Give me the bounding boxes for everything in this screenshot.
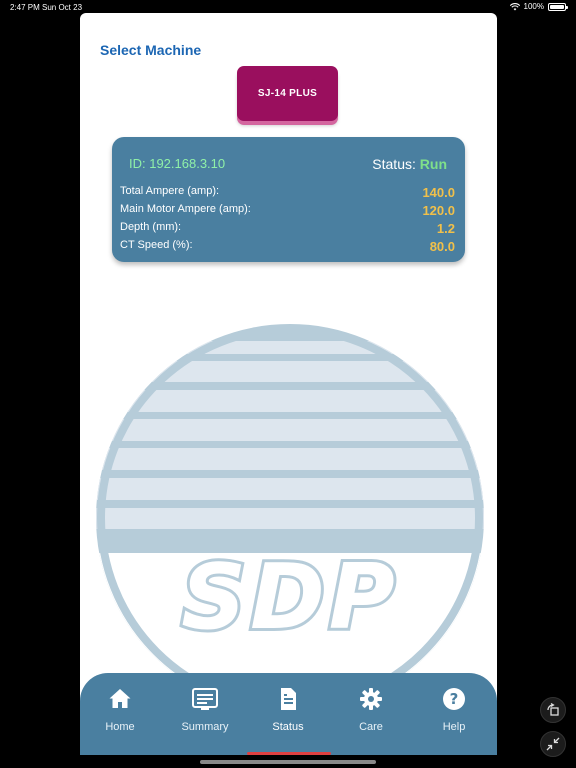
shrink-button[interactable] bbox=[540, 731, 566, 757]
nav-care[interactable]: Care bbox=[331, 687, 411, 733]
machine-status-card: ID: 192.168.3.10 Status: Run Total Amper… bbox=[112, 137, 465, 262]
nav-help[interactable]: ? Help bbox=[414, 687, 494, 733]
metric-value: 1.2 bbox=[436, 221, 455, 236]
help-icon: ? bbox=[443, 688, 465, 710]
status-date: Sun Oct 23 bbox=[42, 3, 83, 12]
machine-status: Status: Run bbox=[372, 156, 447, 172]
machine-button[interactable]: SJ-14 PLUS bbox=[237, 66, 338, 121]
status-value: Run bbox=[419, 156, 447, 172]
metric-label: Total Ampere (amp): bbox=[120, 185, 220, 197]
nav-active-indicator bbox=[247, 752, 331, 755]
machine-ip: ID: 192.168.3.10 bbox=[129, 156, 226, 171]
nav-label: Home bbox=[105, 721, 135, 733]
shrink-icon bbox=[546, 737, 560, 751]
metric-value: 80.0 bbox=[429, 239, 455, 254]
metric-value: 120.0 bbox=[422, 203, 455, 218]
status-time: 2:47 PM bbox=[10, 3, 40, 12]
sdp-logo: SDP bbox=[96, 324, 484, 690]
status-right: 100% bbox=[509, 2, 568, 11]
page-title: Select Machine bbox=[100, 42, 202, 58]
status-label: Status: bbox=[372, 156, 416, 172]
battery-icon bbox=[548, 2, 568, 11]
status-icon bbox=[281, 688, 296, 710]
nav-label: Summary bbox=[181, 721, 229, 733]
metric-row: CT Speed (%): 80.0 bbox=[120, 239, 455, 254]
nav-summary[interactable]: Summary bbox=[164, 687, 246, 733]
metric-label: Main Motor Ampere (amp): bbox=[120, 203, 251, 215]
logo-text: SDP bbox=[181, 545, 399, 650]
nav-home[interactable]: Home bbox=[80, 687, 160, 733]
metric-row: Depth (mm): 1.2 bbox=[120, 221, 455, 236]
bottom-nav: Home Summary Status Care ? Help bbox=[80, 673, 497, 755]
nav-label: Care bbox=[359, 721, 383, 733]
metric-row: Total Ampere (amp): 140.0 bbox=[120, 185, 455, 200]
status-bar: 2:47 PM Sun Oct 23 100% bbox=[0, 0, 576, 14]
battery-fill bbox=[550, 4, 564, 9]
home-icon bbox=[109, 689, 131, 708]
main-sheet: Select Machine SJ-14 PLUS ID: 192.168.3.… bbox=[80, 13, 497, 755]
metric-row: Main Motor Ampere (amp): 120.0 bbox=[120, 203, 455, 218]
wifi-icon bbox=[509, 2, 520, 10]
nav-label: Help bbox=[442, 721, 466, 733]
summary-icon bbox=[192, 688, 218, 710]
battery-percent: 100% bbox=[523, 2, 544, 11]
home-indicator[interactable] bbox=[200, 760, 376, 764]
metric-label: Depth (mm): bbox=[120, 221, 182, 233]
metric-value: 140.0 bbox=[422, 185, 455, 200]
rotate-icon bbox=[547, 703, 559, 716]
nav-status[interactable]: Status bbox=[248, 687, 328, 733]
gear-icon bbox=[360, 688, 382, 710]
rotate-button[interactable] bbox=[540, 697, 566, 723]
svg-text:?: ? bbox=[450, 690, 459, 708]
nav-label: Status bbox=[272, 721, 304, 733]
metric-label: CT Speed (%): bbox=[120, 239, 193, 251]
